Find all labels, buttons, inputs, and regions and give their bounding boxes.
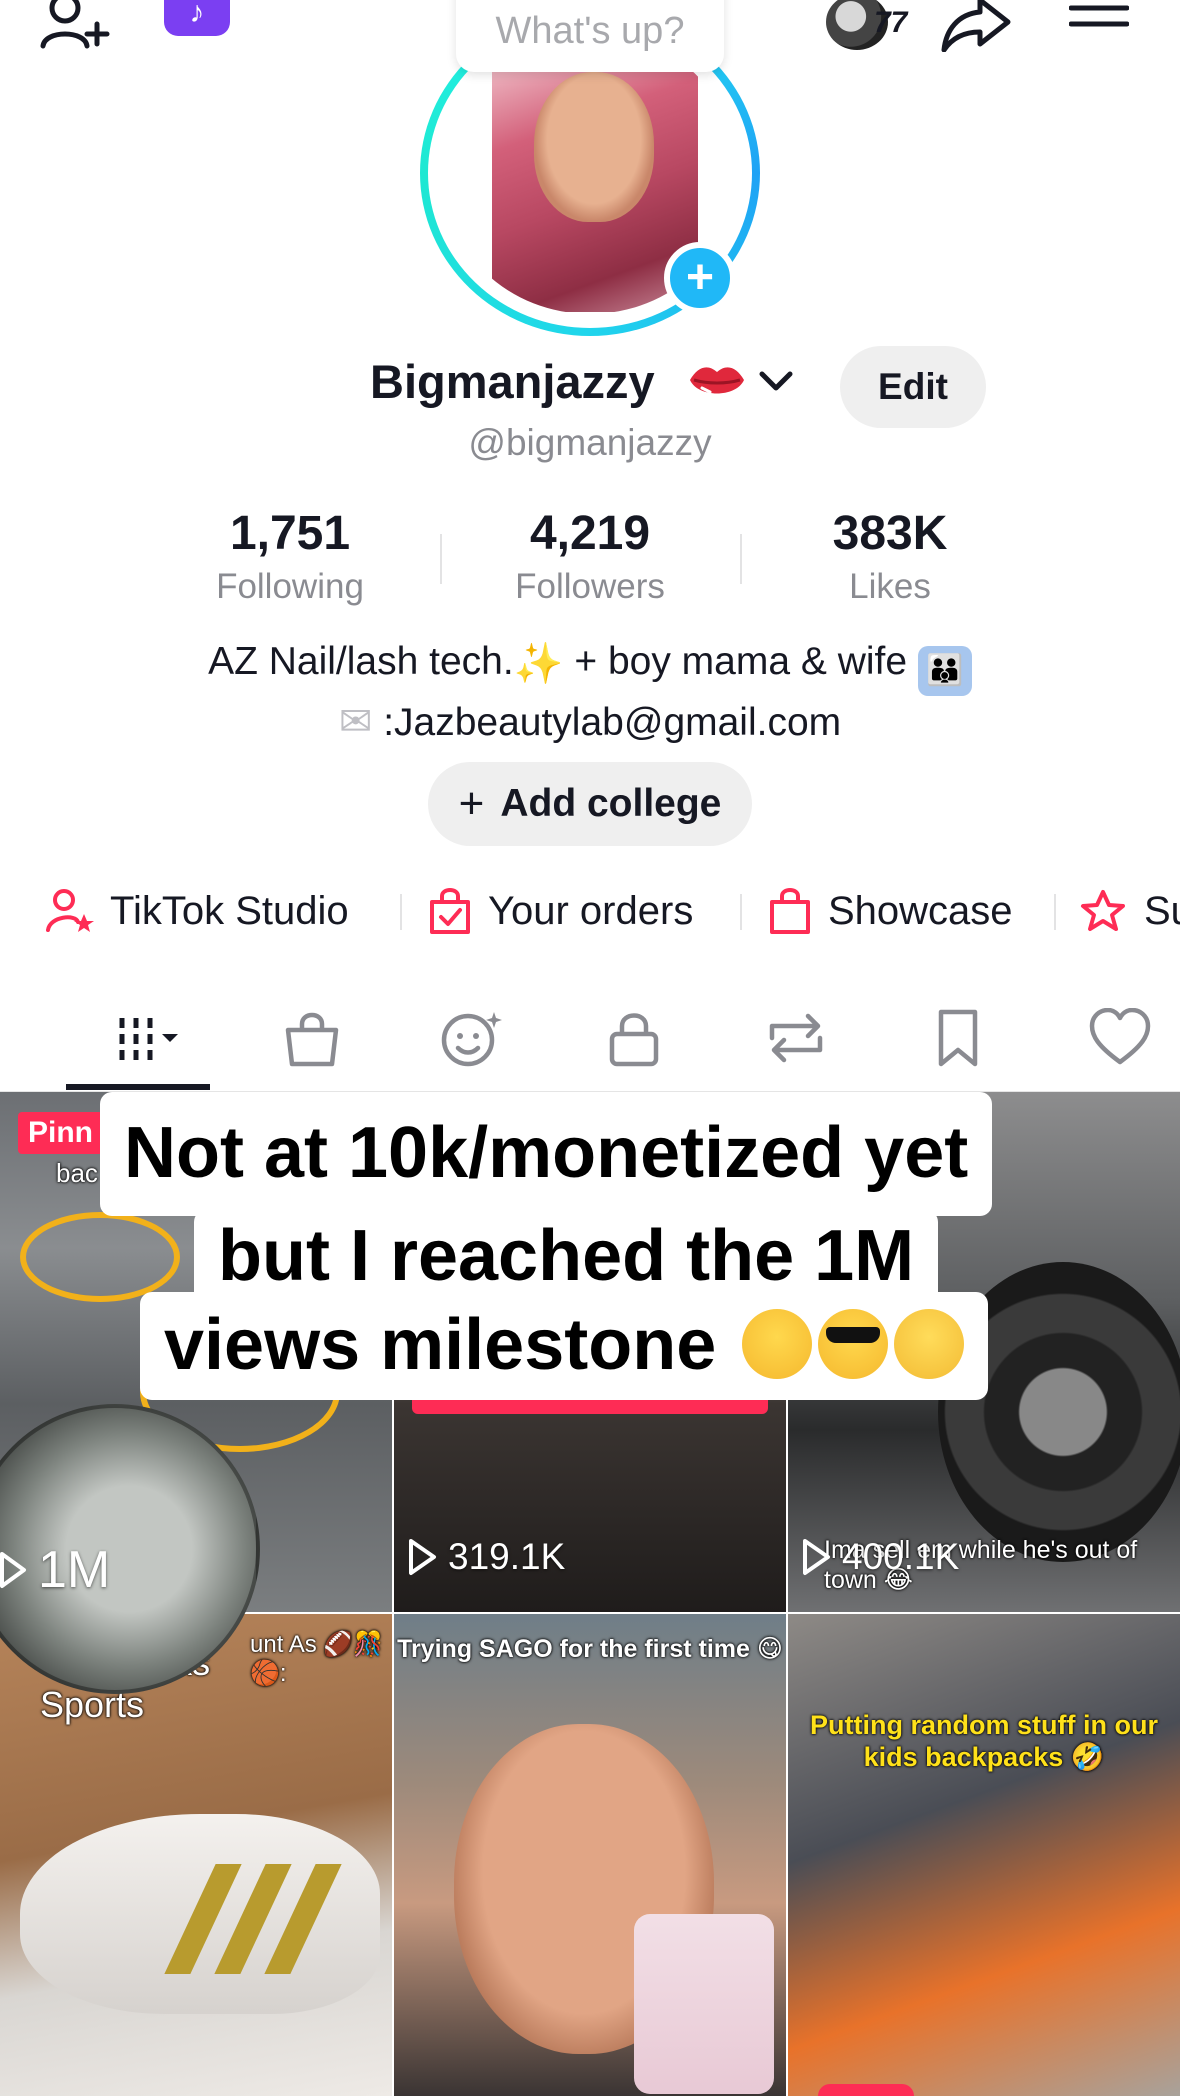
view-count-value: 400.1K [842, 1536, 960, 1577]
story-count: 77 [874, 6, 908, 39]
effects-icon [441, 1012, 502, 1067]
orders-icon [430, 888, 470, 934]
tab-favorite-effects[interactable] [422, 984, 522, 1092]
avatar-face [534, 72, 654, 222]
active-tab-indicator [66, 1084, 210, 1090]
content-tabs [0, 984, 1180, 1092]
chevron-down-icon[interactable] [756, 364, 796, 400]
showcase-icon [770, 888, 810, 934]
bookmark-icon [938, 1009, 978, 1067]
studio-icon [46, 889, 94, 932]
tab-private[interactable] [584, 984, 684, 1092]
profile-shortcuts: TikTok Studio Your orders Showcase Su [0, 878, 1180, 944]
tile-caption: unt As 🏈🎊🏀: [250, 1631, 384, 1687]
stat-label: Following [216, 567, 364, 606]
shortcut-label: Showcase [828, 888, 1013, 933]
tab-videos[interactable] [66, 984, 210, 1092]
tile-caption: Trying SAGO for the first time 😋 [397, 1635, 783, 1663]
add-friend-icon[interactable] [36, 0, 116, 50]
envelope-icon: ✉ [338, 700, 373, 744]
stat-likes[interactable]: 383K Likes [740, 506, 1040, 616]
shortcut-tiktok-studio[interactable]: TikTok Studio [46, 878, 349, 944]
shoe-thumbnail [20, 1814, 380, 2014]
add-college-button[interactable]: + Add college [428, 762, 752, 846]
view-count: 319.1K [408, 1536, 565, 1578]
play-icon [409, 1539, 436, 1575]
video-tile-5[interactable]: Trying SAGO for the first time 😋 [394, 1614, 786, 2096]
divider [740, 894, 742, 930]
username: @bigmanjazzy [468, 422, 712, 463]
video-tile-6[interactable]: Putting random stuff in our kids backpac… [788, 1614, 1180, 2096]
view-count: 1M [0, 1540, 110, 1600]
sparkles-icon: ✨ [513, 641, 564, 686]
lips-icon [688, 358, 746, 404]
subscription-icon [1081, 890, 1125, 931]
profile-stats: 1,751 Following 4,219 Followers 383K Lik… [140, 506, 1040, 616]
shortcut-label: Su [1144, 888, 1180, 933]
tab-saved[interactable] [908, 984, 1008, 1092]
shortcut-subscription[interactable]: Su [1078, 878, 1180, 944]
cup-thumbnail [634, 1914, 774, 2094]
stat-label: Likes [849, 567, 931, 606]
stat-label: Followers [515, 567, 665, 606]
divider [1054, 894, 1056, 930]
caption-text: views milestone [164, 1305, 717, 1385]
edit-profile-button[interactable]: Edit [840, 346, 986, 428]
caption-line-1: Not at 10k/monetized yet [100, 1092, 993, 1216]
tiktok-icon[interactable]: ♪ [164, 0, 230, 36]
tab-reposts[interactable] [746, 984, 846, 1092]
note-bubble[interactable]: What's up? [456, 0, 724, 72]
play-icon [0, 1552, 26, 1588]
share-icon[interactable] [940, 0, 1014, 52]
add-college-label: Add college [500, 782, 722, 825]
teary-face-icon [742, 1309, 813, 1379]
videos-grid-icon [119, 1018, 178, 1062]
stat-value: 1,751 [229, 507, 351, 560]
video-tile-4[interactable]: Our Banks Sports unt As 🏈🎊🏀: [0, 1614, 392, 2096]
overlay-caption: Not at 10k/monetized yet but I reached t… [0, 1092, 1180, 1402]
caption-line-3: views milestone [140, 1292, 989, 1400]
bio-line-2: ✉ :Jazbeautylab@gmail.com [0, 696, 1180, 749]
stat-value: 383K [832, 507, 948, 560]
lock-icon [609, 1013, 659, 1067]
stat-followers[interactable]: 4,219 Followers [440, 506, 740, 616]
bio-line-1: AZ Nail/lash tech.✨ + boy mama & wife 👪 [0, 636, 1180, 696]
tile-caption: Putting random stuff in our kids backpac… [810, 1710, 1158, 1772]
shortcut-label: Your orders [488, 888, 694, 933]
name-row: Bigmanjazzy Edit [0, 346, 1180, 428]
view-count: 400.1K [802, 1536, 959, 1578]
display-name: Bigmanjazzy [370, 355, 655, 408]
add-story-button[interactable]: + [664, 242, 736, 314]
tab-shop[interactable] [262, 984, 362, 1092]
family-icon: 👪 [917, 646, 972, 696]
play-icon [803, 1539, 830, 1575]
view-count-value: 319.1K [448, 1536, 566, 1577]
pensive-face-icon [894, 1309, 965, 1379]
tab-liked[interactable] [1070, 984, 1170, 1092]
profile-bio: AZ Nail/lash tech.✨ + boy mama & wife 👪 … [0, 636, 1180, 749]
shortcut-label: TikTok Studio [110, 888, 349, 933]
plus-icon: + [458, 779, 485, 828]
stat-value: 4,219 [529, 507, 651, 560]
view-count-value: 1M [38, 1541, 111, 1599]
menu-icon[interactable] [1068, 2, 1130, 46]
bottom-indicator [818, 2084, 914, 2096]
shortcut-your-orders[interactable]: Your orders [428, 878, 693, 944]
heart-icon [1089, 1008, 1151, 1065]
divider [400, 894, 402, 930]
bio-text: AZ Nail/lash tech. [208, 640, 514, 683]
sunglasses-face-icon [818, 1309, 889, 1379]
repost-icon [769, 1013, 823, 1063]
top-bar: ♪ What's up? 77 [0, 0, 1180, 72]
bio-text: + boy mama & wife [574, 640, 908, 683]
bio-email[interactable]: :Jazbeautylab@gmail.com [383, 701, 841, 744]
shortcut-showcase[interactable]: Showcase [768, 878, 1013, 944]
stat-following[interactable]: 1,751 Following [140, 506, 440, 616]
shop-icon [285, 1012, 339, 1067]
